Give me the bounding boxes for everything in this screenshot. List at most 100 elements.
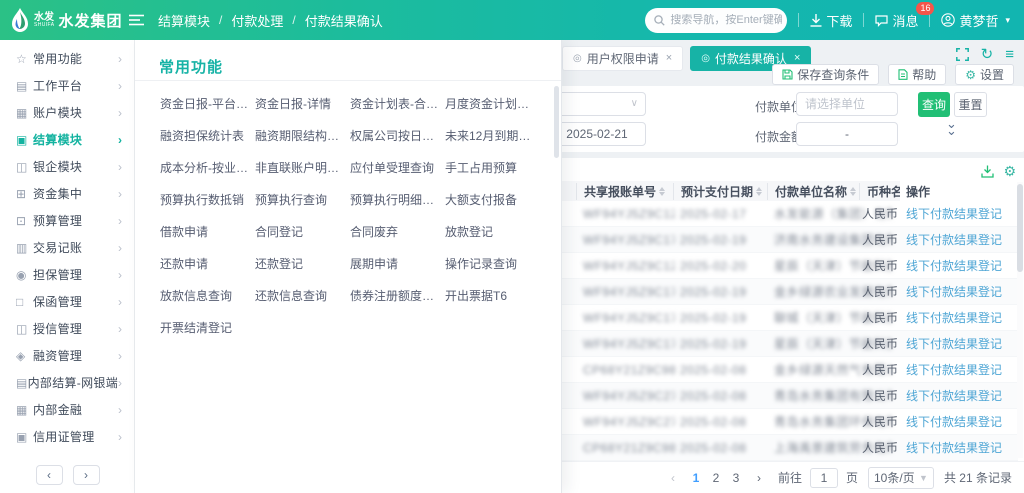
quick-link[interactable]: 未来12月到期刚... [445, 128, 535, 145]
page-number[interactable]: 1 [686, 471, 706, 485]
quick-link[interactable]: 预算执行查询 [255, 192, 345, 209]
quick-link[interactable]: 借款申请 [160, 224, 250, 241]
quick-link[interactable]: 还款信息查询 [255, 288, 345, 305]
offline-payment-register-link[interactable]: 线下付款结果登记 [906, 363, 1002, 377]
quick-link[interactable]: 合同登记 [255, 224, 345, 241]
header-divider [798, 13, 799, 27]
pay-unit-input[interactable] [796, 92, 898, 116]
sidebar-item[interactable]: ▤ 内部结算-网银端 › [0, 369, 134, 396]
save-query-button[interactable]: 保存查询条件 [772, 64, 879, 85]
messages-button[interactable]: 消息 16 [875, 11, 918, 30]
table-scrollbar-thumb[interactable] [1017, 184, 1023, 272]
quick-link[interactable]: 融资期限结构分... [255, 128, 345, 145]
breadcrumb-item-section[interactable]: 付款处理 [231, 11, 283, 30]
page-number[interactable]: 3 [726, 471, 746, 485]
quick-link[interactable]: 融资担保统计表 [160, 128, 250, 145]
offline-payment-register-link[interactable]: 线下付款结果登记 [906, 233, 1002, 247]
filter-type-select[interactable]: ∨ [548, 92, 646, 116]
quick-link[interactable]: 合同废弃 [350, 224, 440, 241]
page-number[interactable]: 2 [706, 471, 726, 485]
expand-filters-icon[interactable]: ⌄⌄ [946, 120, 957, 134]
pay-date-input[interactable]: 2025-02-21 [548, 122, 646, 146]
sidebar-item[interactable]: ▣ 结算模块 › [0, 126, 134, 153]
chevron-down-icon: ▼ [919, 473, 928, 483]
quick-link[interactable]: 展期申请 [350, 256, 440, 273]
offline-payment-register-link[interactable]: 线下付款结果登记 [906, 337, 1002, 351]
quick-link[interactable]: 放款信息查询 [160, 288, 250, 305]
sidebar-item[interactable]: ▦ 内部金融 › [0, 396, 134, 423]
sidebar-item[interactable]: ⊞ 资金集中 › [0, 180, 134, 207]
global-search[interactable] [645, 8, 787, 33]
column-header-unit-name[interactable]: 付款单位名称 [767, 183, 862, 200]
quick-link[interactable]: 操作记录查询 [445, 256, 535, 273]
sidebar-item[interactable]: ◫ 授信管理 › [0, 315, 134, 342]
cell-actions: 线下付款结果登记 [900, 435, 1018, 461]
offline-payment-register-link[interactable]: 线下付款结果登记 [906, 259, 1002, 273]
quick-link[interactable]: 预算执行数抵销 [160, 192, 250, 209]
offline-payment-register-link[interactable]: 线下付款结果登记 [906, 285, 1002, 299]
sidebar-item[interactable]: ▣ 信用证管理 › [0, 423, 134, 450]
quick-link[interactable]: 还款申请 [160, 256, 250, 273]
panel-scrollbar-thumb[interactable] [554, 86, 559, 158]
sidebar-collapse-icon[interactable] [129, 14, 144, 26]
offline-payment-register-link[interactable]: 线下付款结果登记 [906, 389, 1002, 403]
quick-link[interactable]: 成本分析-按业务... [160, 160, 250, 177]
brand-logo[interactable]: 水发 SHUIFA 水发集团 [0, 0, 135, 40]
goto-page-input[interactable] [810, 468, 838, 488]
sidebar-item-icon: □ [16, 295, 33, 309]
export-icon[interactable] [981, 165, 994, 178]
quick-link[interactable]: 手工占用预算 [445, 160, 535, 177]
column-settings-gear-icon[interactable]: ⚙ [1003, 163, 1016, 180]
quick-link[interactable]: 月度资金计划分析 [445, 96, 535, 113]
page-size-select[interactable]: 10条/页 ▼ [868, 467, 934, 489]
page-prev-icon[interactable]: ‹ [664, 471, 682, 485]
quick-link[interactable]: 资金日报-详情 [255, 96, 345, 113]
quick-link[interactable]: 资金计划表-合并... [350, 96, 440, 113]
breadcrumb-item-module[interactable]: 结算模块 [158, 11, 210, 30]
sidebar-prev-button[interactable]: ‹ [36, 465, 63, 485]
settings-button[interactable]: ⚙ 设置 [955, 64, 1014, 85]
offline-payment-register-link[interactable]: 线下付款结果登记 [906, 207, 1002, 221]
quick-link[interactable]: 债券注册额度申请 [350, 288, 440, 305]
quick-link[interactable]: 预算执行明细查询 [350, 192, 440, 209]
sort-icon[interactable] [659, 187, 665, 196]
quick-link[interactable]: 开出票据T6 [445, 288, 535, 305]
user-menu[interactable]: 黄梦哲 ▾ [941, 11, 1010, 30]
page-next-icon[interactable]: › [750, 471, 768, 485]
search-input[interactable] [670, 14, 782, 26]
sort-icon[interactable] [756, 187, 762, 196]
pay-amount-input[interactable] [796, 122, 898, 146]
offline-payment-register-link[interactable]: 线下付款结果登记 [906, 415, 1002, 429]
view-tab[interactable]: ◎ 用户权限申请 × [562, 46, 683, 71]
sidebar-item[interactable]: ▤ 工作平台 › [0, 72, 134, 99]
download-button[interactable]: 下载 [810, 11, 852, 30]
reset-button[interactable]: 重置 [954, 92, 987, 117]
quick-link[interactable]: 应付单受理查询 [350, 160, 440, 177]
quick-link[interactable]: 放款登记 [445, 224, 535, 241]
quick-link[interactable]: 非直联账户明细... [255, 160, 345, 177]
sidebar-item[interactable]: ◫ 银企模块 › [0, 153, 134, 180]
column-header-pay-date[interactable]: 预计支付日期 [673, 183, 763, 200]
sidebar-item[interactable]: ☆ 常用功能 › [0, 45, 134, 72]
quick-link[interactable]: 还款登记 [255, 256, 345, 273]
breadcrumb-item-page[interactable]: 付款结果确认 [305, 11, 383, 30]
query-button[interactable]: 查询 [918, 92, 950, 117]
sidebar-item[interactable]: ▥ 交易记账 › [0, 234, 134, 261]
quick-link[interactable]: 开票结清登记 [160, 320, 250, 337]
sidebar-item[interactable]: ◉ 担保管理 › [0, 261, 134, 288]
quick-link[interactable]: 大额支付报备 [445, 192, 535, 209]
sidebar-next-button[interactable]: › [73, 465, 100, 485]
sidebar-item[interactable]: ▦ 账户模块 › [0, 99, 134, 126]
column-header-order-no[interactable]: 共享报账单号 [576, 183, 676, 200]
tab-close-icon[interactable]: × [794, 52, 800, 64]
sidebar-item[interactable]: ◈ 融资管理 › [0, 342, 134, 369]
sort-icon[interactable] [850, 187, 856, 196]
sidebar-item[interactable]: □ 保函管理 › [0, 288, 134, 315]
offline-payment-register-link[interactable]: 线下付款结果登记 [906, 311, 1002, 325]
help-button[interactable]: 帮助 [888, 64, 946, 85]
quick-link[interactable]: 权属公司按日还... [350, 128, 440, 145]
tab-close-icon[interactable]: × [666, 52, 672, 64]
sidebar-item[interactable]: ⊡ 预算管理 › [0, 207, 134, 234]
offline-payment-register-link[interactable]: 线下付款结果登记 [906, 441, 1002, 455]
quick-link[interactable]: 资金日报-平台统计 [160, 96, 250, 113]
